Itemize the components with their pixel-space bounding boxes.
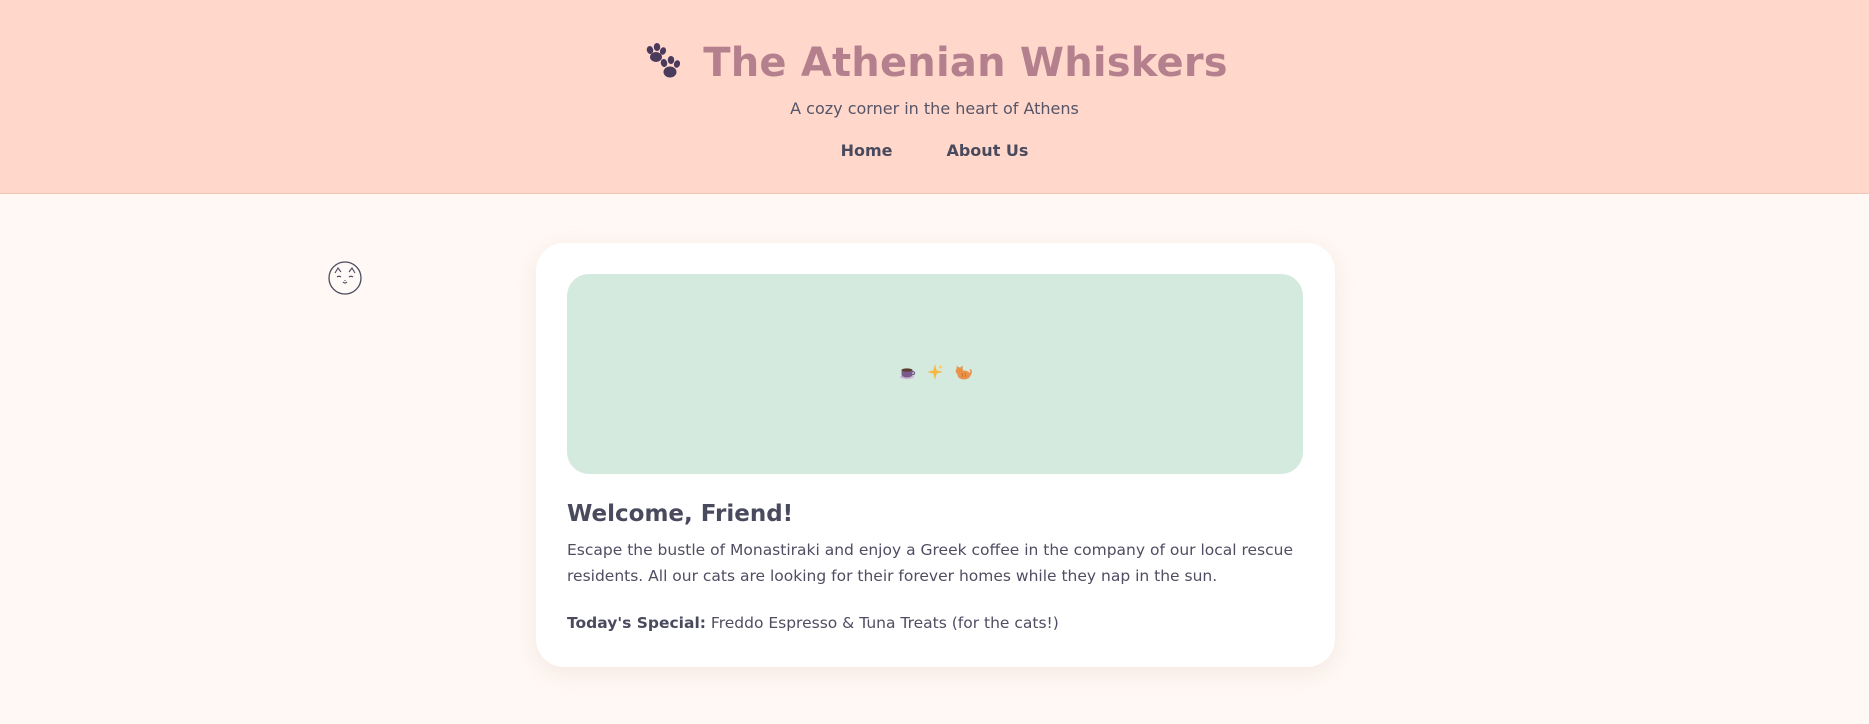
sparkles-icon [926,363,944,385]
coffee-icon [898,363,916,385]
card-description: Escape the bustle of Monastiraki and enj… [567,541,1294,585]
cat-icon [954,363,972,385]
site-header: The Athenian Whiskers A cozy corner in t… [0,0,1869,194]
welcome-card: Welcome, Friend! Escape the bustle of Mo… [536,243,1335,667]
cat-face-icon [327,260,363,296]
brand: The Athenian Whiskers [0,40,1869,86]
hero-banner [567,274,1303,474]
tagline: A cozy corner in the heart of Athens [790,99,1079,118]
special-value: Freddo Espresso & Tuna Treats (for the c… [710,614,1059,632]
nav-about-us-link[interactable]: About Us [946,141,1028,160]
paw-icon [641,42,683,84]
todays-special: Today's Special: Freddo Espresso & Tuna … [567,614,1059,632]
main-nav: Home About Us [0,141,1869,160]
nav-home-link[interactable]: Home [841,141,893,160]
special-label: Today's Special: [567,614,706,632]
card-heading: Welcome, Friend! [567,501,794,527]
site-title: The Athenian Whiskers [703,40,1228,86]
